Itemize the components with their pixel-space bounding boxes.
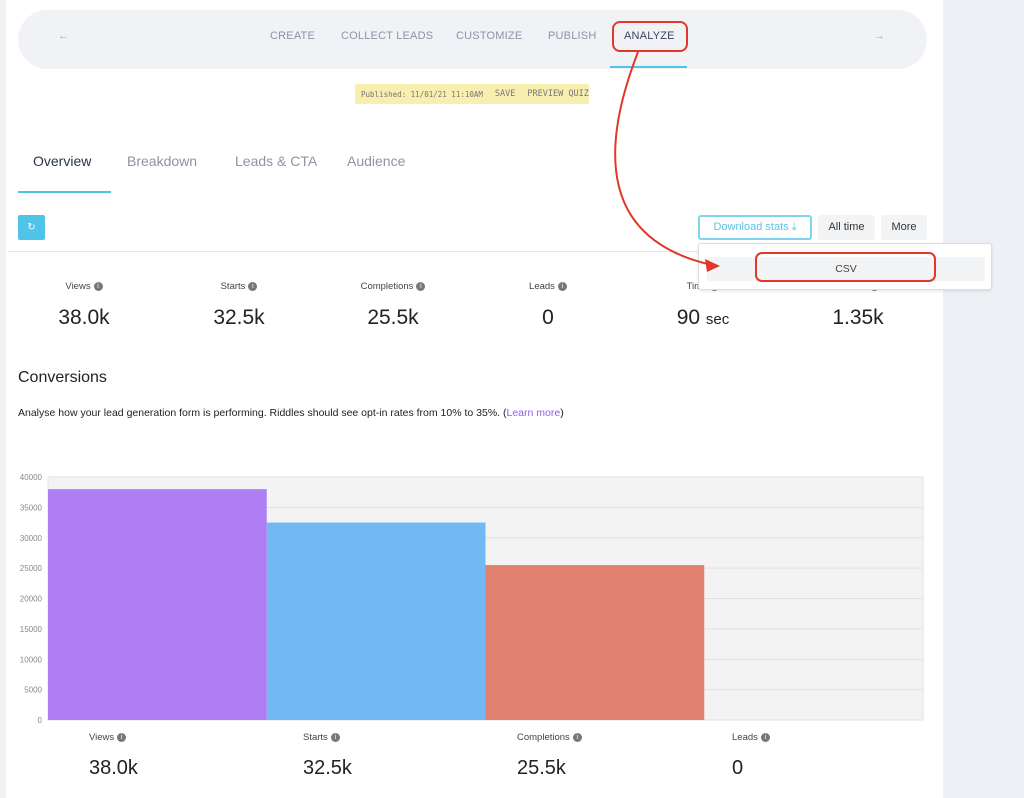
y-tick-label: 20000 [20,595,43,604]
all-time-button[interactable]: All time [818,215,875,240]
arrow-right-icon[interactable]: → [874,30,885,42]
bar-starts [266,522,486,720]
stat-label: Leads [529,281,555,292]
stat-value: 90 [676,306,701,329]
category-label: Starts [303,732,328,743]
download-stats-button[interactable]: Download stats ⤓ [698,215,812,240]
analyze-highlight [612,21,688,52]
save-button[interactable]: SAVE [495,89,515,99]
conversions-title: Conversions [18,369,107,386]
chart-category-starts: Starts i 32.5k [303,732,413,780]
y-tick-label: 40000 [20,473,43,482]
step-publish[interactable]: PUBLISH [548,30,596,42]
category-value: 38.0k [89,757,138,779]
tab-breakdown[interactable]: Breakdown [127,153,197,169]
stat-value: 0 [542,306,554,329]
stat-starts: Starts i 32.5k [164,281,314,330]
stat-value: 1.35k [832,306,884,329]
bar-completions [485,565,705,720]
csv-highlight [755,252,936,282]
tab-leads-cta[interactable]: Leads & CTA [235,153,317,169]
category-label: Completions [517,732,570,743]
y-tick-label: 5000 [24,686,42,695]
description-end: ) [560,407,564,419]
active-step-underline [610,66,687,68]
more-button[interactable]: More [881,215,927,240]
chart-category-leads: Leads i 0 [732,732,842,780]
description-text: Analyse how your lead generation form is… [18,407,507,419]
y-tick-label: 15000 [20,625,43,634]
stat-value: 25.5k [367,306,419,329]
y-tick-label: 30000 [20,534,43,543]
y-tick-label: 35000 [20,503,43,512]
category-label: Views [89,732,115,743]
info-icon[interactable]: i [557,282,567,291]
info-icon[interactable]: i [330,733,340,742]
category-value: 32.5k [303,757,352,779]
refresh-icon: ↻ [27,222,36,233]
step-customize[interactable]: CUSTOMIZE [456,30,522,42]
info-icon[interactable]: i [93,282,103,291]
stat-value: 32.5k [213,306,265,329]
y-tick-label: 10000 [20,655,43,664]
arrow-left-icon[interactable]: ← [58,30,69,42]
info-icon[interactable]: i [760,733,770,742]
bar-views [48,489,267,720]
chart-category-completions: Completions i 25.5k [517,732,627,780]
step-create[interactable]: CREATE [270,30,315,42]
category-value: 25.5k [517,757,566,779]
tab-overview[interactable]: Overview [33,153,91,169]
stat-value: 38.0k [58,306,110,329]
info-icon[interactable]: i [117,733,127,742]
category-value: 0 [732,757,744,779]
learn-more-link[interactable]: Learn more [507,407,561,419]
stat-completions: Completions i 25.5k [318,281,468,330]
y-tick-label: 25000 [20,564,43,573]
stat-unit: sec [705,311,730,328]
info-icon[interactable]: i [572,733,582,742]
category-label: Leads [732,732,758,743]
preview-quiz-button[interactable]: PREVIEW QUIZ [527,89,588,99]
tab-audience[interactable]: Audience [347,153,405,169]
stat-label: Starts [220,281,246,292]
active-tab-underline [18,191,111,193]
conversions-description: Analyse how your lead generation form is… [18,407,564,419]
published-timestamp: Published: 11/01/21 11:10AM [361,89,483,99]
conversions-chart: 0 5000 10000 15000 20000 25000 30000 35000 40000 [20,473,924,725]
chart-category-views: Views i 38.0k [89,732,199,780]
stat-views: Views i 38.0k [9,281,159,330]
step-collect-leads[interactable]: COLLECT LEADS [341,30,433,42]
step-navigation: ← CREATE COLLECT LEADS CUSTOMIZE PUBLISH… [18,10,927,69]
info-icon[interactable]: i [248,282,258,291]
stat-label: Completions [360,281,414,292]
publish-bar: Published: 11/01/21 11:10AM SAVE PREVIEW… [355,84,589,104]
y-tick-label: 0 [38,716,43,725]
info-icon[interactable]: i [416,282,426,291]
stat-leads: Leads i 0 [473,281,623,330]
refresh-button[interactable]: ↻ [18,215,45,240]
stat-label: Views [65,281,91,292]
